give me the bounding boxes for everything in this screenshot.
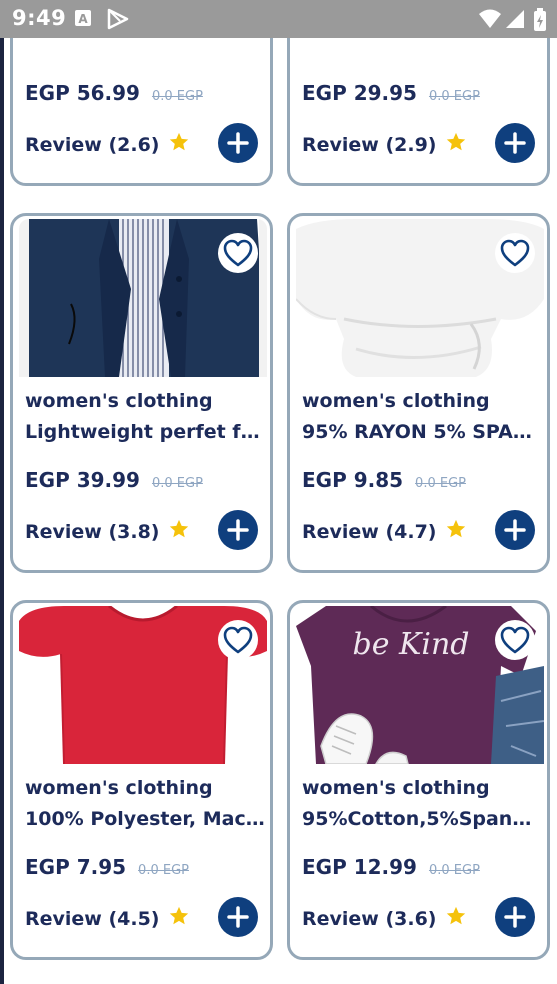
add-to-cart-button[interactable] bbox=[218, 510, 258, 550]
product-grid[interactable]: EGP 56.99 0.0 EGP Review (2.6) EGP 29.95… bbox=[0, 38, 557, 984]
plus-icon bbox=[227, 132, 249, 154]
product-category: women's clothing bbox=[25, 390, 213, 412]
product-old-price: 0.0 EGP bbox=[138, 863, 189, 878]
product-old-price: 0.0 EGP bbox=[415, 476, 466, 491]
star-icon bbox=[168, 131, 190, 158]
cellular-signal-icon bbox=[505, 8, 525, 34]
plus-icon bbox=[227, 906, 249, 928]
heart-icon bbox=[223, 626, 253, 654]
product-price: EGP 7.95 bbox=[25, 855, 127, 879]
add-to-cart-button[interactable] bbox=[218, 123, 258, 163]
product-review: Review (3.8) bbox=[25, 520, 160, 543]
product-category: women's clothing bbox=[302, 390, 490, 412]
add-to-cart-button[interactable] bbox=[495, 123, 535, 163]
add-to-cart-button[interactable] bbox=[495, 897, 535, 937]
heart-icon bbox=[500, 626, 530, 654]
product-review: Review (2.6) bbox=[25, 133, 160, 156]
product-review: Review (4.5) bbox=[25, 907, 160, 930]
plus-icon bbox=[504, 519, 526, 541]
play-store-icon bbox=[106, 8, 130, 34]
product-title: 95%Cotton,5%Spandex bbox=[302, 808, 542, 830]
product-price: EGP 39.99 bbox=[25, 468, 140, 492]
favorite-button[interactable] bbox=[495, 233, 535, 273]
product-price: EGP 29.95 bbox=[302, 81, 417, 105]
star-icon bbox=[168, 905, 190, 932]
heart-icon bbox=[500, 239, 530, 267]
product-old-price: 0.0 EGP bbox=[151, 476, 203, 491]
product-review: Review (3.6) bbox=[302, 907, 437, 930]
favorite-button[interactable] bbox=[218, 233, 258, 273]
wifi-icon bbox=[478, 8, 502, 34]
status-bar: 9:49 A bbox=[0, 0, 557, 38]
product-card[interactable]: women's clothing 100% Polyester, Machine… bbox=[10, 600, 273, 960]
product-card[interactable]: be Kind women's clothing 95%Cotton,5%Spa… bbox=[287, 600, 550, 960]
add-to-cart-button[interactable] bbox=[495, 510, 535, 550]
add-to-cart-button[interactable] bbox=[218, 897, 258, 937]
heart-icon bbox=[223, 239, 253, 267]
keyboard-notification-icon: A bbox=[74, 8, 92, 32]
product-category: women's clothing bbox=[25, 777, 213, 799]
product-title: 100% Polyester, Machine wash bbox=[25, 808, 265, 830]
product-price: EGP 56.99 bbox=[25, 81, 140, 105]
shirt-print-text: be Kind bbox=[352, 627, 469, 662]
product-old-price: 0.0 EGP bbox=[428, 863, 480, 878]
product-review: Review (2.9) bbox=[302, 133, 437, 156]
favorite-button[interactable] bbox=[495, 620, 535, 660]
star-icon bbox=[445, 518, 467, 545]
product-title: 95% RAYON 5% SPANDEX bbox=[302, 421, 542, 443]
battery-icon bbox=[533, 8, 547, 36]
star-icon bbox=[168, 518, 190, 545]
star-icon bbox=[445, 905, 467, 932]
product-category: women's clothing bbox=[302, 777, 490, 799]
product-card[interactable]: women's clothing Lightweight perfet for … bbox=[10, 213, 273, 573]
status-time: 9:49 bbox=[12, 6, 67, 30]
plus-icon bbox=[504, 906, 526, 928]
product-old-price: 0.0 EGP bbox=[428, 89, 480, 104]
product-title: Lightweight perfet for trip or casual we… bbox=[25, 421, 265, 443]
product-card[interactable]: EGP 56.99 0.0 EGP Review (2.6) bbox=[10, 38, 273, 186]
product-review: Review (4.7) bbox=[302, 520, 437, 543]
favorite-button[interactable] bbox=[218, 620, 258, 660]
plus-icon bbox=[504, 132, 526, 154]
plus-icon bbox=[227, 519, 249, 541]
star-icon bbox=[445, 131, 467, 158]
product-card[interactable]: women's clothing 95% RAYON 5% SPANDEX EG… bbox=[287, 213, 550, 573]
svg-text:A: A bbox=[78, 12, 88, 26]
product-old-price: 0.0 EGP bbox=[151, 89, 203, 104]
product-card[interactable]: EGP 29.95 0.0 EGP Review (2.9) bbox=[287, 38, 550, 186]
product-price: EGP 12.99 bbox=[302, 855, 417, 879]
product-price: EGP 9.85 bbox=[302, 468, 404, 492]
